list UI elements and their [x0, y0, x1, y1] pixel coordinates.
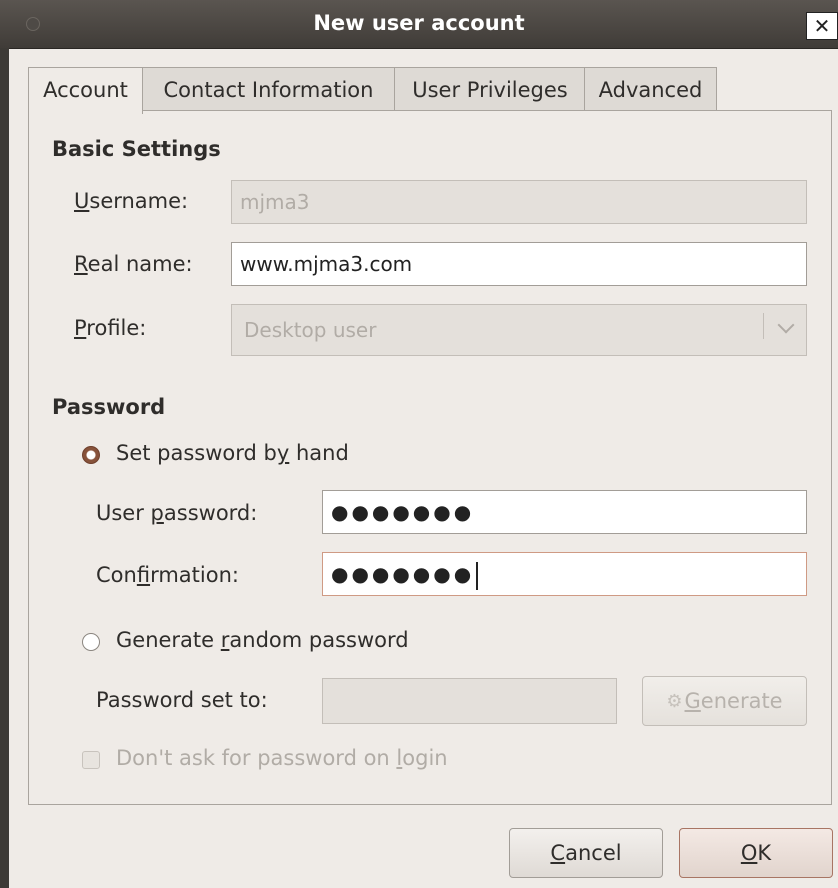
- username-field: mjma3: [231, 180, 807, 224]
- dont-ask-password-label: Don't ask for password on login: [116, 746, 448, 770]
- password-set-to-field: [322, 678, 617, 724]
- tab-advanced[interactable]: Advanced: [584, 67, 717, 112]
- generate-random-password-label[interactable]: Generate random password: [116, 628, 409, 652]
- username-label: Username:: [74, 189, 189, 213]
- window-edge: [0, 48, 9, 888]
- confirmation-label: Confirmation:: [96, 563, 239, 587]
- profile-label: Profile:: [74, 316, 147, 340]
- confirmation-field[interactable]: ●●●●●●●: [322, 552, 807, 596]
- tab-account[interactable]: Account: [28, 67, 143, 114]
- cancel-button[interactable]: Cancel: [509, 828, 663, 878]
- real-name-label: Real name:: [74, 252, 193, 276]
- real-name-field[interactable]: www.mjma3.com: [231, 242, 807, 286]
- title-bar[interactable]: New user account ✕: [0, 0, 838, 49]
- generate-button: ⚙Generate: [642, 676, 807, 726]
- user-password-value: ●●●●●●●: [331, 500, 475, 524]
- basic-settings-heading: Basic Settings: [52, 137, 221, 161]
- set-password-by-hand-radio[interactable]: [82, 446, 100, 464]
- user-password-label: User password:: [96, 501, 258, 525]
- profile-select-value: Desktop user: [244, 318, 377, 342]
- text-cursor: [476, 561, 479, 590]
- close-window-button[interactable]: ✕: [806, 12, 838, 40]
- profile-select-separator: [763, 313, 764, 339]
- gear-icon: ⚙: [666, 691, 683, 712]
- new-user-account-dialog: New user account ✕ Account Contact Infor…: [0, 0, 838, 888]
- confirmation-value: ●●●●●●●: [331, 562, 475, 586]
- profile-select: Desktop user: [231, 304, 807, 356]
- window-title: New user account: [313, 11, 525, 35]
- password-heading: Password: [52, 395, 166, 419]
- set-password-by-hand-label[interactable]: Set password by hand: [116, 441, 349, 465]
- dont-ask-password-checkbox: [82, 751, 100, 769]
- ok-button[interactable]: OK: [679, 828, 833, 878]
- tab-user-privileges[interactable]: User Privileges: [394, 67, 586, 112]
- tab-contact-information[interactable]: Contact Information: [141, 67, 396, 112]
- chevron-down-icon: [777, 316, 795, 334]
- password-set-to-label: Password set to:: [96, 688, 268, 712]
- generate-random-password-radio[interactable]: [82, 633, 100, 651]
- user-password-field[interactable]: ●●●●●●●: [322, 490, 807, 534]
